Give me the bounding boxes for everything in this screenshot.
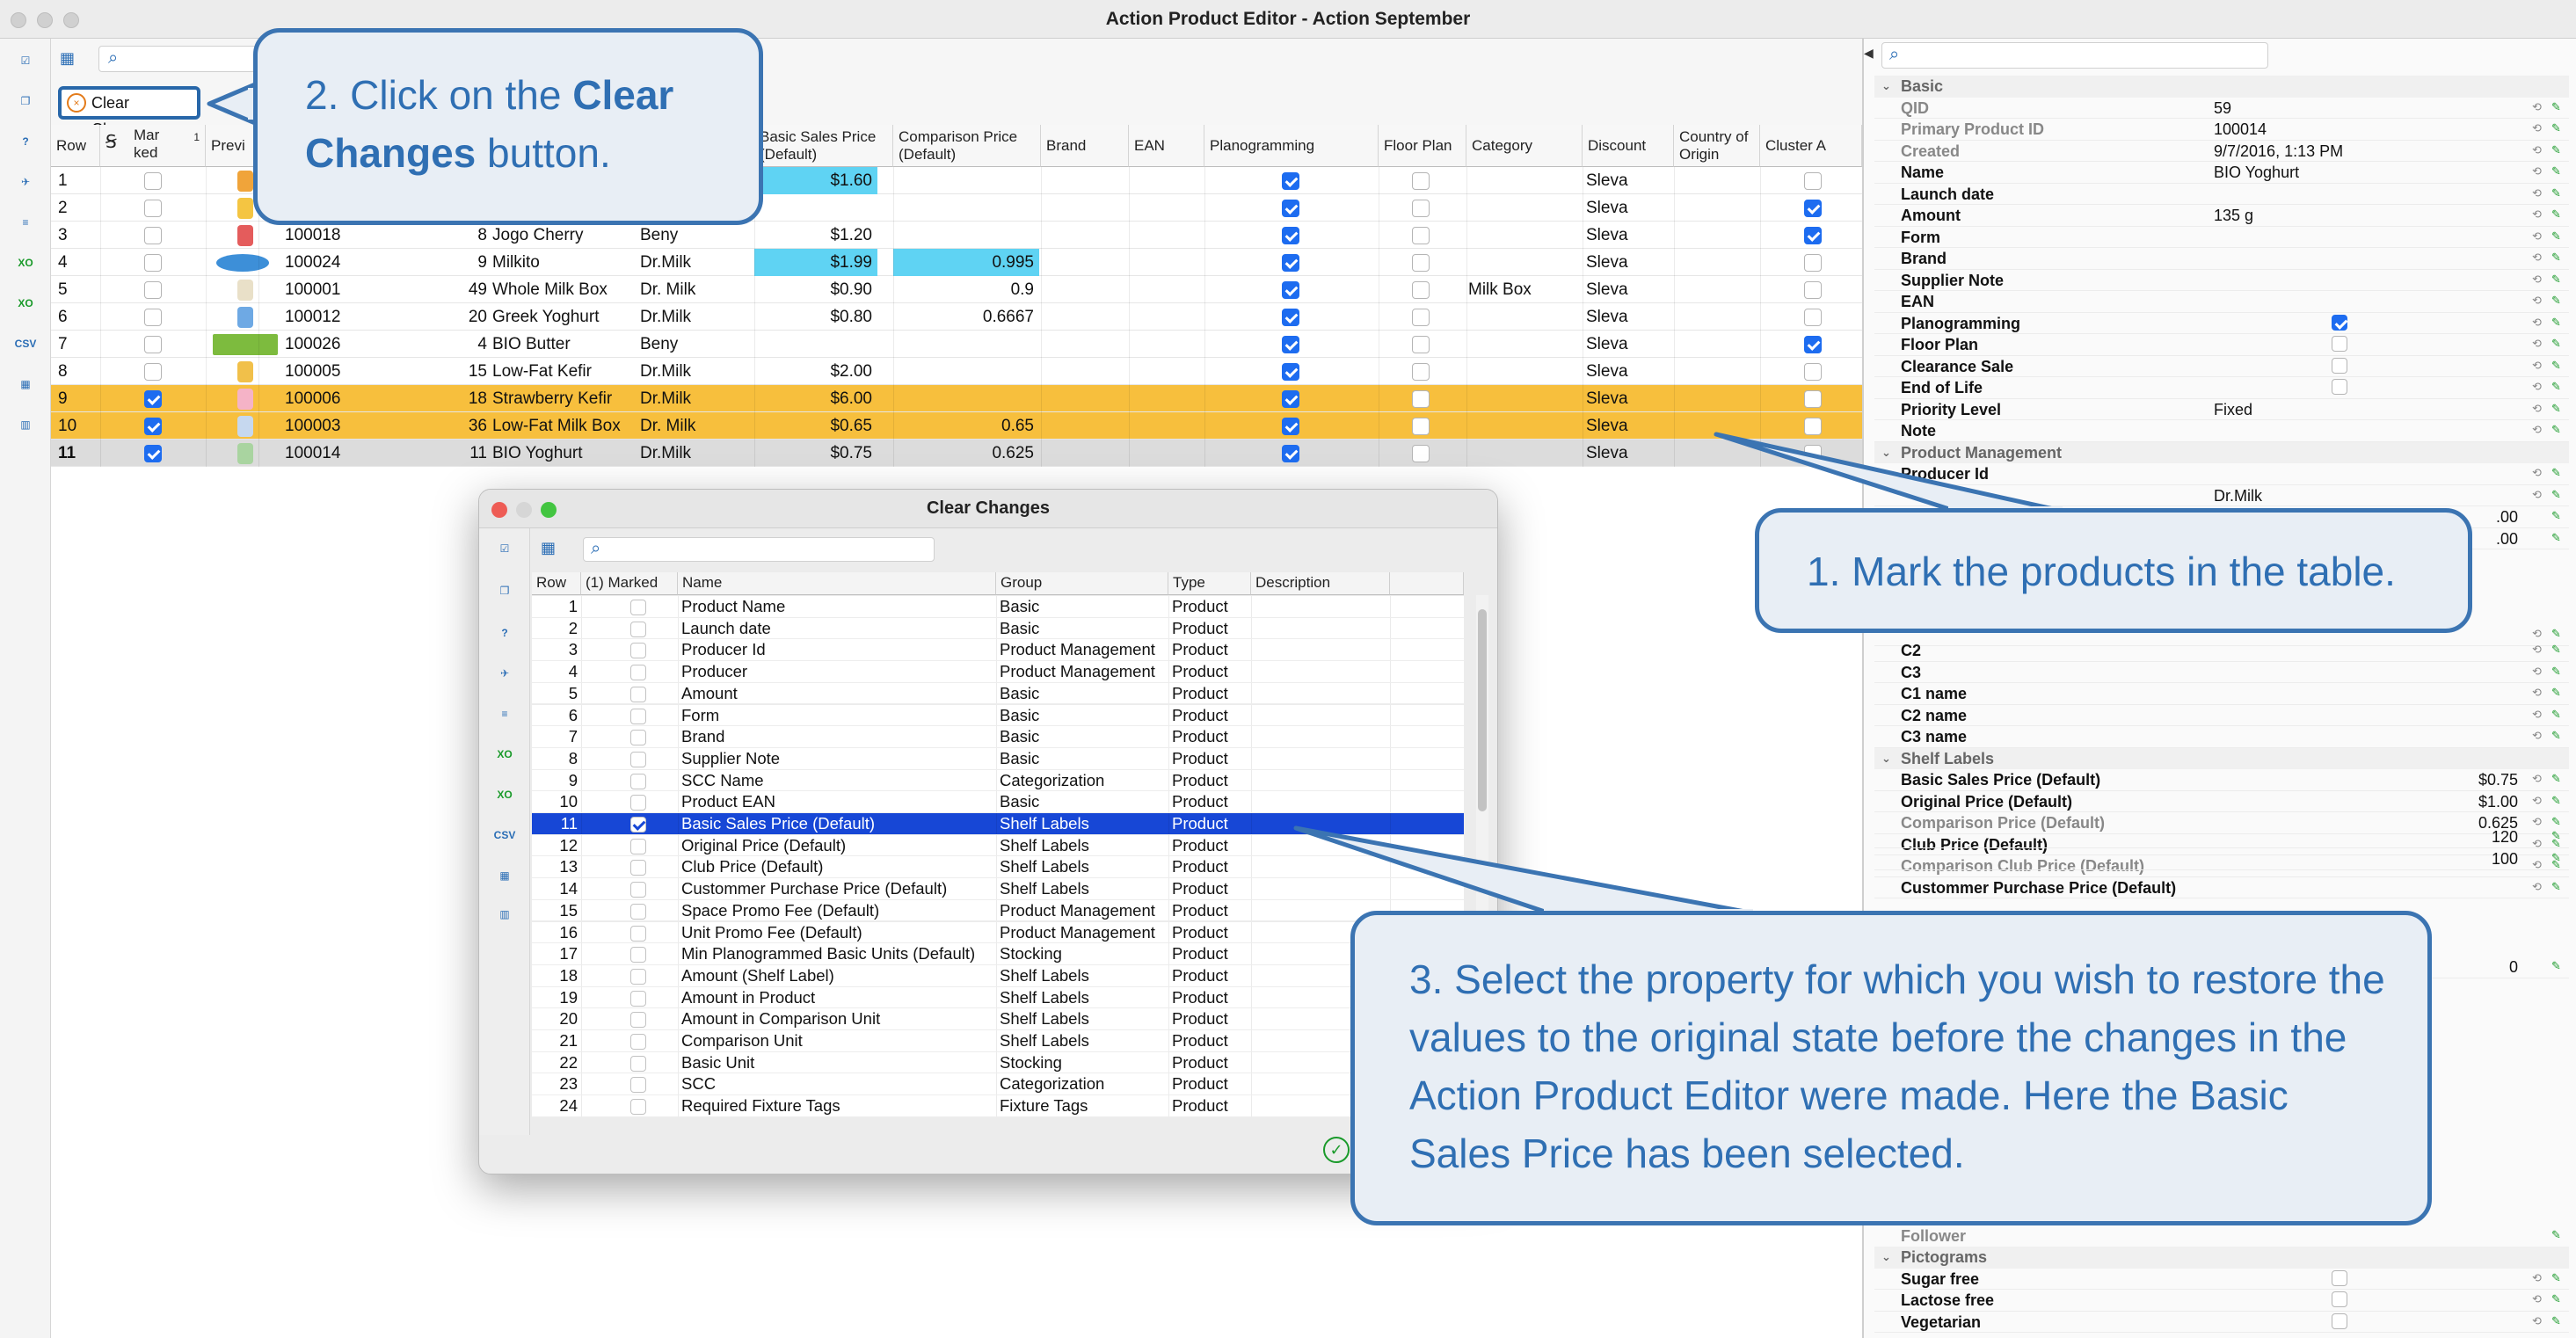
callout-1-pointer — [1714, 432, 2060, 513]
callout-step-2-suffix: button. — [476, 130, 611, 176]
callout-step-1: 1. Mark the products in the table. — [1755, 508, 2472, 633]
callout-3-pointer — [1293, 825, 1752, 915]
callout-step-2: 2. Click on the Clear Changes button. — [253, 28, 763, 225]
app-window: { "window": {"title": "Action Product Ed… — [0, 0, 2576, 1338]
callout-step-2-text: 2. Click on the — [305, 72, 573, 118]
callout-step-3: 3. Select the property for which you wis… — [1350, 911, 2432, 1225]
